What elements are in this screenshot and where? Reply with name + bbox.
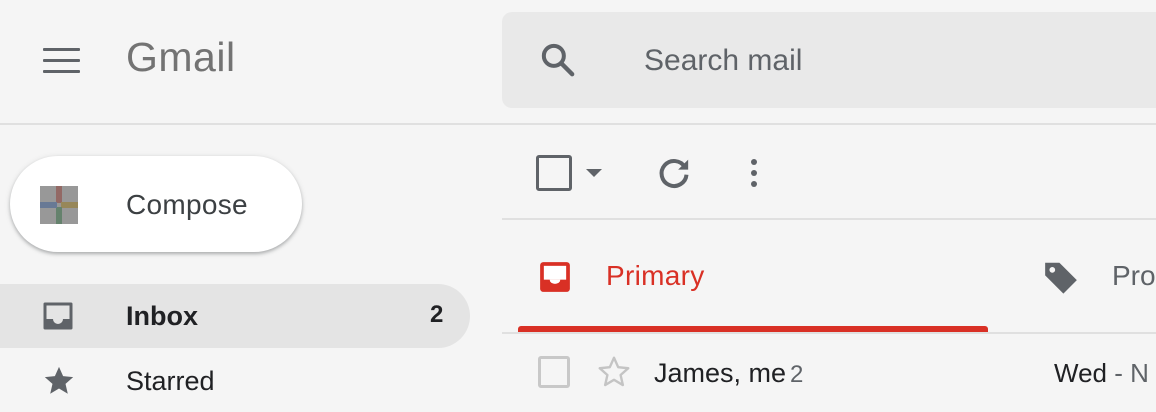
inbox-icon xyxy=(43,302,73,330)
email-row[interactable]: James, me 2 Wed - N xyxy=(502,334,1156,408)
tab-label: Pro xyxy=(1112,260,1156,291)
tab-primary[interactable]: Primary xyxy=(518,220,988,332)
chevron-down-icon[interactable] xyxy=(584,166,604,180)
tab-label: Primary xyxy=(606,260,705,291)
sidebar-item-starred[interactable]: Starred xyxy=(0,348,470,412)
tab-promotions[interactable]: Pro xyxy=(1020,220,1156,332)
inbox-tab-icon xyxy=(540,262,570,292)
refresh-icon[interactable] xyxy=(654,153,694,193)
compose-button[interactable]: Compose xyxy=(10,156,302,252)
star-outline-icon[interactable] xyxy=(596,354,632,390)
snippet-separator: - xyxy=(1114,358,1123,388)
sidebar-item-label: Inbox xyxy=(126,301,198,331)
plus-icon xyxy=(40,186,78,224)
app-header: Gmail Search mail xyxy=(0,0,1156,125)
more-vert-icon[interactable] xyxy=(742,153,766,193)
compose-label: Compose xyxy=(126,189,248,220)
gmail-logo[interactable]: Gmail xyxy=(126,34,236,81)
search-icon[interactable] xyxy=(538,40,578,80)
sender-names: James, me xyxy=(654,358,787,388)
email-snippet: N xyxy=(1130,358,1149,388)
main-menu-button[interactable] xyxy=(38,44,84,78)
email-sender: James, me 2 xyxy=(654,358,803,389)
row-checkbox[interactable] xyxy=(538,356,570,388)
search-bar[interactable]: Search mail xyxy=(502,12,1156,108)
date-text: Wed xyxy=(1054,358,1107,388)
unread-count-badge: 2 xyxy=(430,301,444,328)
select-all-checkbox[interactable] xyxy=(536,155,572,191)
email-date: Wed - N xyxy=(1054,358,1149,389)
hamburger-icon-bar xyxy=(43,48,80,51)
tag-icon xyxy=(1045,262,1077,294)
hamburger-icon-bar xyxy=(43,70,80,73)
sidebar-item-inbox[interactable]: Inbox 2 xyxy=(0,284,470,348)
thread-count: 2 xyxy=(790,361,804,388)
hamburger-icon-bar xyxy=(43,59,80,62)
search-input[interactable]: Search mail xyxy=(644,44,802,78)
star-icon xyxy=(44,366,74,394)
sidebar-item-label: Starred xyxy=(126,366,215,396)
